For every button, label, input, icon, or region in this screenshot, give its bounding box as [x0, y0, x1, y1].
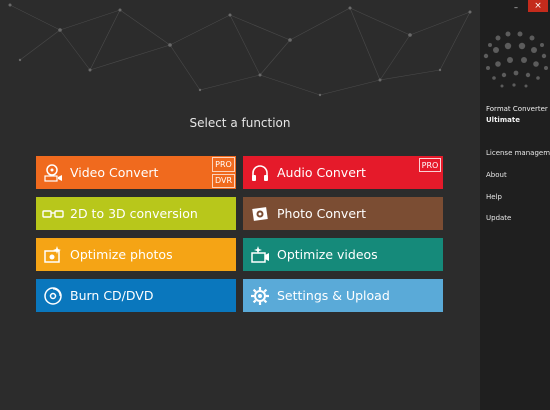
pro-badge[interactable]: PRO	[419, 158, 441, 172]
tile-photo-convert[interactable]: Photo Convert	[243, 197, 443, 230]
tile-optimize-photos[interactable]: Optimize photos	[36, 238, 236, 271]
disc-icon	[42, 285, 64, 307]
sidebar-item-help[interactable]: Help	[486, 193, 502, 201]
sidebar-item-update[interactable]: Update	[486, 214, 511, 222]
dvr-badge[interactable]: DVR	[212, 173, 235, 188]
sphere-logo	[483, 31, 548, 88]
3d-glasses-icon	[42, 203, 64, 225]
close-button[interactable]: ×	[528, 0, 548, 12]
sidebar: – × Format Converter 6 Ultimate License …	[480, 0, 550, 410]
badge-group: PRO DVR	[211, 156, 236, 189]
tile-label: Burn CD/DVD	[70, 288, 154, 303]
tile-label: Video Convert	[70, 165, 159, 180]
tile-settings-upload[interactable]: Settings & Upload	[243, 279, 443, 312]
tile-2d-to-3d[interactable]: 2D to 3D conversion	[36, 197, 236, 230]
tile-optimize-videos[interactable]: Optimize videos	[243, 238, 443, 271]
tile-label: Audio Convert	[277, 165, 366, 180]
app-window: Select a function Video Convert PRO DVR …	[0, 0, 550, 410]
tile-label: Settings & Upload	[277, 288, 390, 303]
main-panel: Select a function Video Convert PRO DVR …	[0, 0, 480, 410]
optimize-video-icon	[249, 244, 271, 266]
tile-burn-cd-dvd[interactable]: Burn CD/DVD	[36, 279, 236, 312]
headphones-icon	[249, 162, 271, 184]
sidebar-item-about[interactable]: About	[486, 171, 507, 179]
sidebar-item-license[interactable]: License management	[486, 149, 550, 157]
tile-label: Optimize videos	[277, 247, 378, 262]
gear-icon	[249, 285, 271, 307]
app-title-line1: Format Converter 6	[486, 105, 550, 113]
minimize-button[interactable]: –	[510, 2, 522, 12]
photo-icon	[249, 203, 271, 225]
app-title: Format Converter 6 Ultimate	[486, 104, 550, 126]
tile-video-convert[interactable]: Video Convert PRO DVR	[36, 156, 236, 189]
select-function-heading: Select a function	[189, 116, 291, 130]
optimize-photo-icon	[42, 244, 64, 266]
tile-label: Optimize photos	[70, 247, 173, 262]
tile-audio-convert[interactable]: Audio Convert PRO	[243, 156, 443, 189]
video-convert-icon	[42, 162, 64, 184]
app-title-line2: Ultimate	[486, 116, 520, 124]
pro-badge[interactable]: PRO	[212, 157, 235, 172]
tile-label: 2D to 3D conversion	[70, 206, 198, 221]
tile-label: Photo Convert	[277, 206, 367, 221]
network-background	[8, 3, 472, 97]
